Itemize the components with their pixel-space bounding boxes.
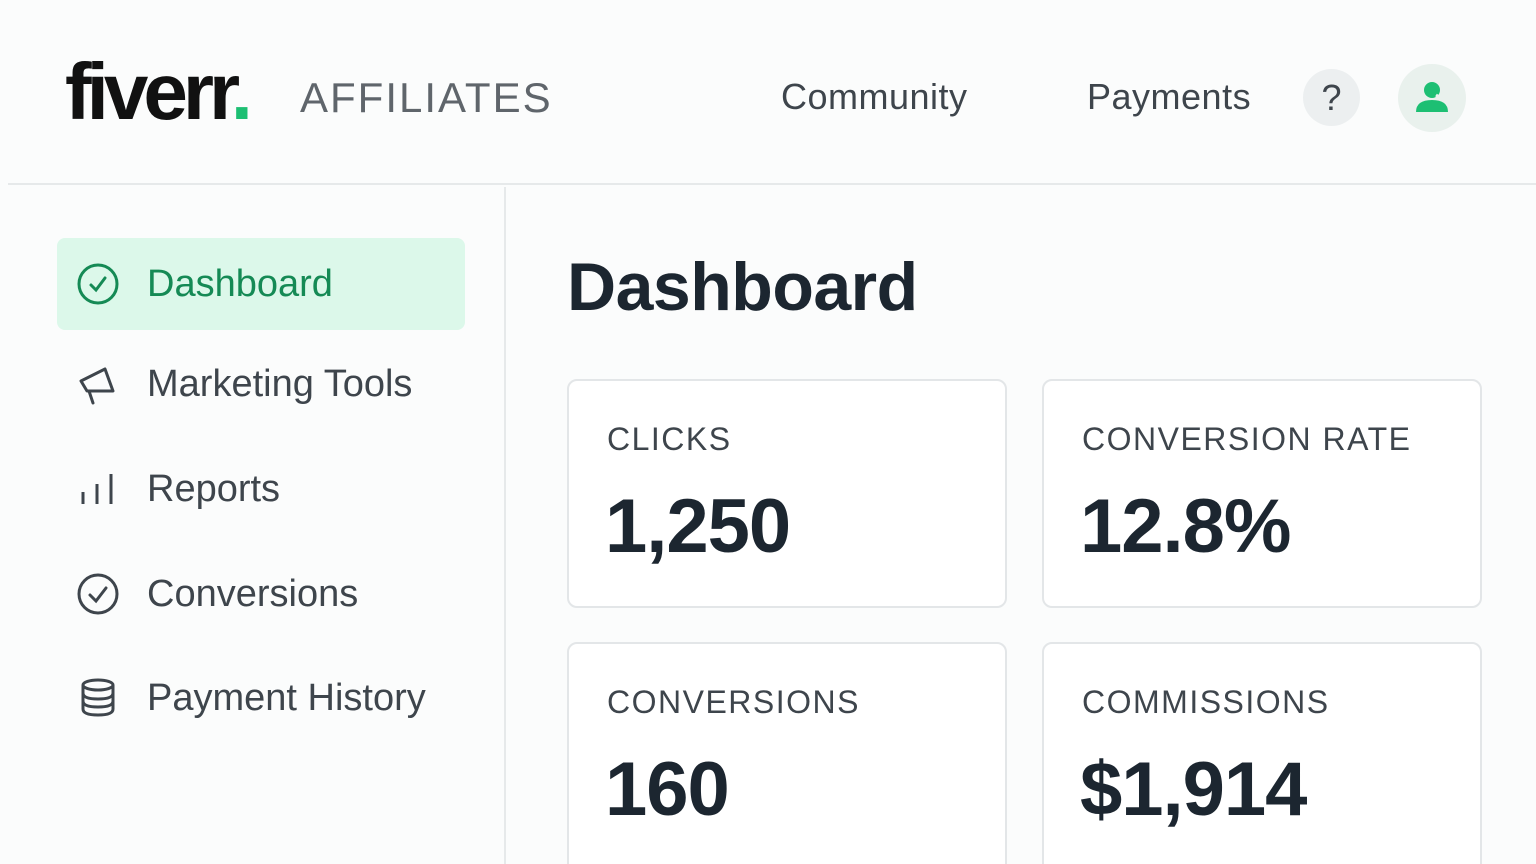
brand-subtitle: AFFILIATES [300, 74, 553, 121]
stat-card-conversions: CONVERSIONS 160 [567, 642, 1007, 864]
help-button[interactable]: ? [1303, 69, 1360, 126]
stat-label: CLICKS [607, 421, 732, 457]
logo-text: fiverr [65, 47, 236, 136]
sidebar-item-label: Reports [147, 467, 281, 510]
stat-value: 160 [605, 747, 730, 832]
top-header: fiverr. AFFILIATES Community Payments ? [8, 0, 1536, 185]
stat-label: CONVERSION RATE [1082, 421, 1412, 457]
nav-payments-link[interactable]: Payments [1087, 76, 1251, 118]
stat-card-commissions: COMMISSIONS $1,914 [1042, 642, 1482, 864]
stat-label: CONVERSIONS [607, 684, 860, 720]
stat-value: 1,250 [605, 484, 791, 569]
logo-dot: . [230, 47, 253, 136]
fiverr-logo[interactable]: fiverr. [65, 52, 253, 132]
stat-label: COMMISSIONS [1082, 684, 1330, 720]
sidebar-item-label: Marketing Tools [147, 362, 413, 405]
stat-value: 12.8% [1080, 484, 1291, 569]
check-circle-icon [75, 571, 121, 617]
stat-card-conversion-rate: CONVERSION RATE 12.8% [1042, 379, 1482, 608]
page-title: Dashboard [567, 249, 918, 325]
sidebar-item-label: Dashboard [147, 262, 333, 305]
stat-card-clicks: CLICKS 1,250 [567, 379, 1007, 608]
megaphone-icon [75, 361, 121, 407]
question-icon: ? [1321, 76, 1342, 118]
user-avatar-button[interactable] [1398, 64, 1466, 132]
app-root: fiverr. AFFILIATES Community Payments ? … [0, 0, 1536, 864]
bar-chart-icon [75, 466, 121, 512]
sidebar-item-label: Payment History [147, 676, 426, 719]
sidebar-item-marketing-tools[interactable]: Marketing Tools [57, 338, 465, 430]
coins-stack-icon [75, 675, 121, 721]
nav-community-link[interactable]: Community [781, 76, 968, 118]
stat-value: $1,914 [1080, 747, 1307, 832]
sidebar-item-reports[interactable]: Reports [57, 443, 465, 535]
sidebar-item-conversions[interactable]: Conversions [57, 548, 465, 640]
sidebar-item-payment-history[interactable]: Payment History [57, 652, 465, 744]
user-icon [1416, 82, 1450, 112]
check-circle-icon [75, 261, 121, 307]
sidebar-item-label: Conversions [147, 572, 359, 615]
sidebar-item-dashboard[interactable]: Dashboard [57, 238, 465, 330]
